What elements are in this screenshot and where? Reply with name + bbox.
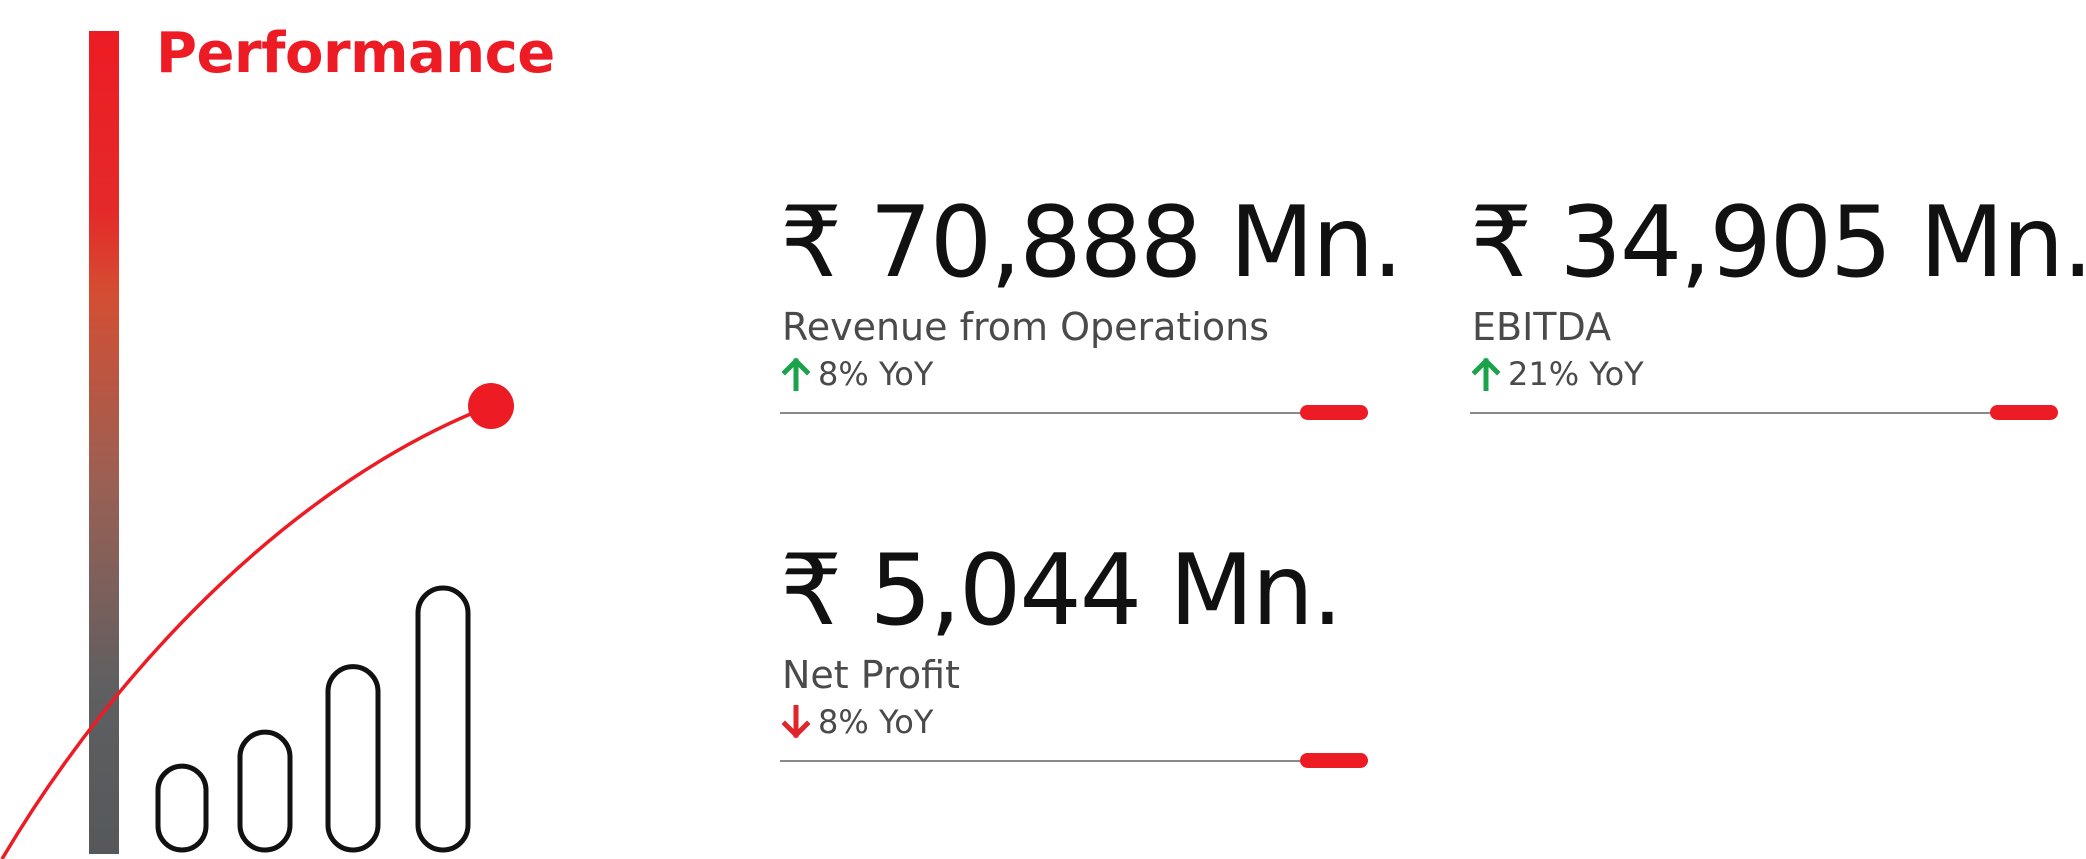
metric-divider bbox=[780, 753, 1368, 768]
growth-bar-3 bbox=[325, 664, 381, 853]
metric-change: 8% YoY bbox=[782, 354, 1370, 394]
growth-curve-endpoint bbox=[468, 383, 514, 429]
metric-change-text: 21% YoY bbox=[1508, 355, 1644, 393]
metric-divider bbox=[1470, 405, 2058, 420]
metric-value: ₹ 34,905 Mn. bbox=[1470, 186, 2086, 300]
growth-bar-2 bbox=[237, 729, 293, 853]
divider-accent-pill bbox=[1300, 753, 1368, 768]
growth-graphic bbox=[0, 31, 514, 859]
arrow-down-icon bbox=[782, 705, 810, 739]
metric-label: EBITDA bbox=[1472, 305, 1612, 349]
arrow-up-icon bbox=[1472, 357, 1500, 391]
metric-ebitda: ₹ 34,905 Mn. EBITDA 21% YoY bbox=[1470, 186, 2086, 420]
arrow-up-icon bbox=[782, 357, 810, 391]
metric-value: ₹ 70,888 Mn. bbox=[780, 186, 1403, 300]
divider-accent-pill bbox=[1300, 405, 1368, 420]
page-title: Performance bbox=[156, 21, 555, 86]
metric-value: ₹ 5,044 Mn. bbox=[780, 534, 1343, 648]
metric-label: Net Profit bbox=[782, 653, 960, 697]
metric-revenue: ₹ 70,888 Mn. Revenue from Operations 8% … bbox=[780, 186, 1403, 420]
metric-net-profit: ₹ 5,044 Mn. Net Profit 8% YoY bbox=[780, 534, 1370, 768]
growth-bar-1 bbox=[155, 763, 209, 853]
metric-label: Revenue from Operations bbox=[782, 305, 1269, 349]
metric-change-text: 8% YoY bbox=[818, 703, 934, 741]
metric-change-text: 8% YoY bbox=[818, 355, 934, 393]
metric-change: 21% YoY bbox=[1472, 354, 2060, 394]
gradient-vertical-bar bbox=[89, 31, 119, 854]
metric-change: 8% YoY bbox=[782, 702, 1370, 742]
growth-bar-4 bbox=[415, 585, 471, 853]
metric-divider bbox=[780, 405, 1368, 420]
divider-accent-pill bbox=[1990, 405, 2058, 420]
